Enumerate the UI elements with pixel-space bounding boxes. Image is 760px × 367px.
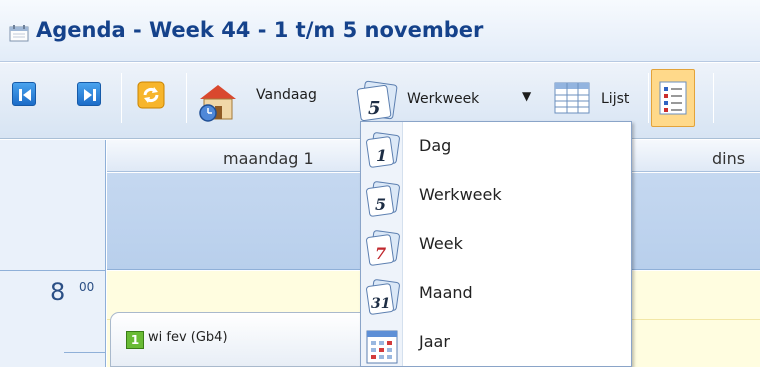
calendar-icon [9, 25, 29, 42]
view-dropdown-menu: 1 Dag 5 Werkweek 7 Week 31 Maand Jaar [360, 121, 632, 367]
calendar-31-icon: 31 [366, 279, 400, 315]
hour-minutes-label: 00 [79, 280, 95, 294]
menu-item-label: Jaar [419, 332, 450, 351]
appointment-badge: 1 [126, 331, 144, 349]
toolbar-divider [713, 73, 714, 123]
toolbar-divider [648, 73, 649, 123]
home-clock-icon [199, 85, 236, 122]
details-view-button[interactable] [651, 69, 695, 127]
list-button[interactable]: Lijst [553, 77, 648, 121]
time-column [0, 140, 106, 367]
menu-item-dag[interactable]: 1 Dag [362, 124, 630, 172]
time-tick [64, 352, 106, 353]
list-label: Lijst [601, 91, 630, 107]
appointment-title: wi fev (Gb4) [148, 330, 228, 345]
title-bar: Agenda - Week 44 - 1 t/m 5 november [0, 0, 760, 62]
svg-text:1: 1 [376, 146, 387, 165]
menu-item-maand[interactable]: 31 Maand [362, 271, 630, 319]
today-button[interactable]: Vandaag [198, 77, 350, 122]
menu-item-label: Maand [419, 283, 473, 302]
time-column-divider [0, 270, 106, 271]
menu-item-label: Werkweek [419, 185, 502, 204]
menu-item-week[interactable]: 7 Week [362, 222, 630, 270]
table-icon [554, 82, 590, 114]
today-label: Vandaag [256, 87, 317, 103]
menu-item-label: Week [419, 234, 463, 253]
svg-text:5: 5 [375, 195, 386, 214]
svg-text:5: 5 [368, 98, 381, 119]
hour-label: 8 [50, 278, 66, 306]
menu-item-jaar[interactable]: Jaar [362, 320, 630, 367]
toolbar-divider [121, 73, 122, 123]
view-label: Werkweek [407, 91, 480, 107]
calendar-7-icon: 7 [366, 230, 400, 266]
calendar-grid-icon [366, 330, 398, 364]
appointment[interactable]: 1 wi fev (Gb4) [110, 312, 390, 367]
toolbar-divider [186, 73, 187, 123]
svg-text:7: 7 [375, 244, 386, 263]
menu-item-label: Dag [419, 136, 452, 155]
chevron-down-icon: ▼ [522, 89, 532, 103]
next-icon[interactable] [77, 82, 101, 106]
calendar-5-icon: 5 [356, 80, 398, 121]
day-header-tuesday[interactable]: dins [712, 149, 745, 168]
view-dropdown-button[interactable]: 5 Werkweek ▼ [355, 77, 545, 121]
calendar-5-icon: 5 [366, 181, 400, 217]
menu-item-werkweek[interactable]: 5 Werkweek [362, 173, 630, 221]
calendar-1-icon: 1 [366, 132, 400, 168]
refresh-icon[interactable] [137, 81, 165, 109]
list-details-icon [659, 81, 687, 115]
svg-text:31: 31 [371, 296, 390, 312]
day-header-monday[interactable]: maandag 1 [223, 149, 314, 168]
previous-icon[interactable] [12, 82, 36, 106]
page-title: Agenda - Week 44 - 1 t/m 5 november [36, 18, 484, 42]
